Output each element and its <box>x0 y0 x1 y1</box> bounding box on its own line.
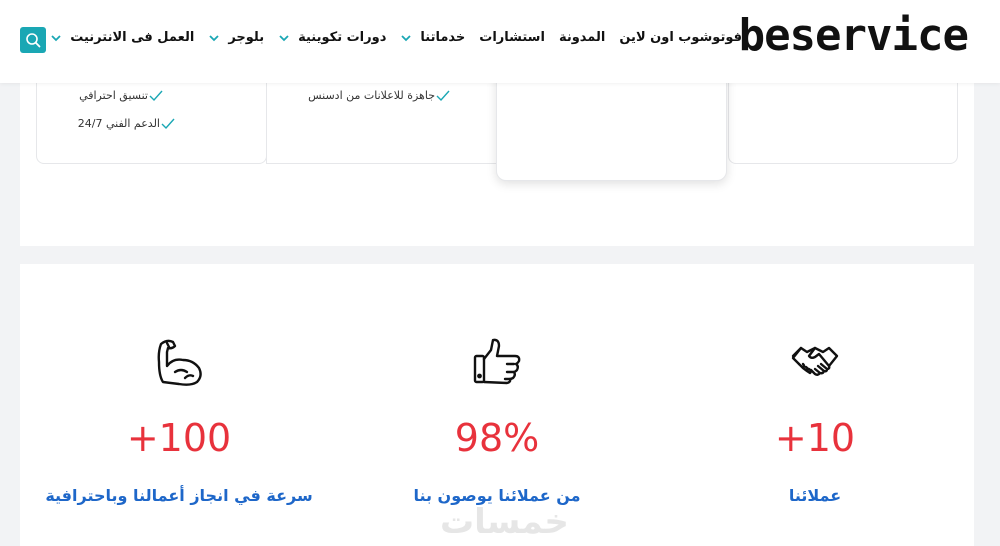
stat-value: +10 <box>774 416 856 460</box>
site-logo[interactable]: beservice <box>739 10 969 61</box>
stat-clients: +10 عملائنا <box>656 264 974 546</box>
nav-item-consulting[interactable]: استشارات <box>479 30 545 45</box>
chevron-down-icon <box>400 32 412 44</box>
nav-item-online-work[interactable]: العمل فى الانترنيت <box>50 30 194 45</box>
nav-item-label: استشارات <box>479 30 545 45</box>
main-nav: العمل فى الانترنيت بلوجر دورات تكوينية خ… <box>36 30 742 45</box>
stat-label: عملائنا <box>788 486 842 505</box>
stat-value: 98% <box>454 416 540 460</box>
chevron-down-icon <box>208 32 220 44</box>
check-icon <box>161 118 175 130</box>
nav-item-label: العمل فى الانترنيت <box>70 30 195 45</box>
nav-item-photoshop-online[interactable]: فوتوشوب اون لاين <box>619 30 742 45</box>
stat-value: +100 <box>126 416 232 460</box>
nav-item-services[interactable]: خدماتنا <box>400 30 465 45</box>
watermark: خمسات <box>440 502 569 542</box>
site-header: beservice العمل فى الانترنيت بلوجر دورات… <box>0 0 1000 83</box>
thumbs-up-icon <box>471 336 523 388</box>
check-icon <box>436 90 450 102</box>
search-button[interactable] <box>20 27 46 53</box>
check-icon <box>149 90 163 102</box>
chevron-down-icon <box>50 32 62 44</box>
feature-item: جاهزة للاعلانات من ادسنس <box>308 89 450 102</box>
flexed-arm-icon <box>153 336 205 388</box>
nav-item-blogger[interactable]: بلوجر <box>208 30 264 45</box>
search-icon <box>26 33 41 48</box>
nav-item-label: دورات تكوينية <box>298 30 387 45</box>
stat-speed: +100 سرعة في انجاز أعمالنا وباحترافية <box>20 264 338 546</box>
chevron-down-icon <box>278 32 290 44</box>
stat-label: سرعة في انجاز أعمالنا وباحترافية <box>45 486 313 505</box>
feature-item: تنسيق احترافي <box>79 89 163 102</box>
nav-item-label: المدونة <box>558 30 606 45</box>
handshake-icon <box>789 336 841 388</box>
nav-item-courses[interactable]: دورات تكوينية <box>278 30 386 45</box>
nav-item-blog[interactable]: المدونة <box>559 30 605 45</box>
nav-item-label: بلوجر <box>228 30 265 45</box>
nav-item-label: خدماتنا <box>420 30 466 45</box>
feature-item: الدعم الفني 24/7 <box>78 117 175 130</box>
nav-item-label: فوتوشوب اون لاين <box>619 30 742 45</box>
